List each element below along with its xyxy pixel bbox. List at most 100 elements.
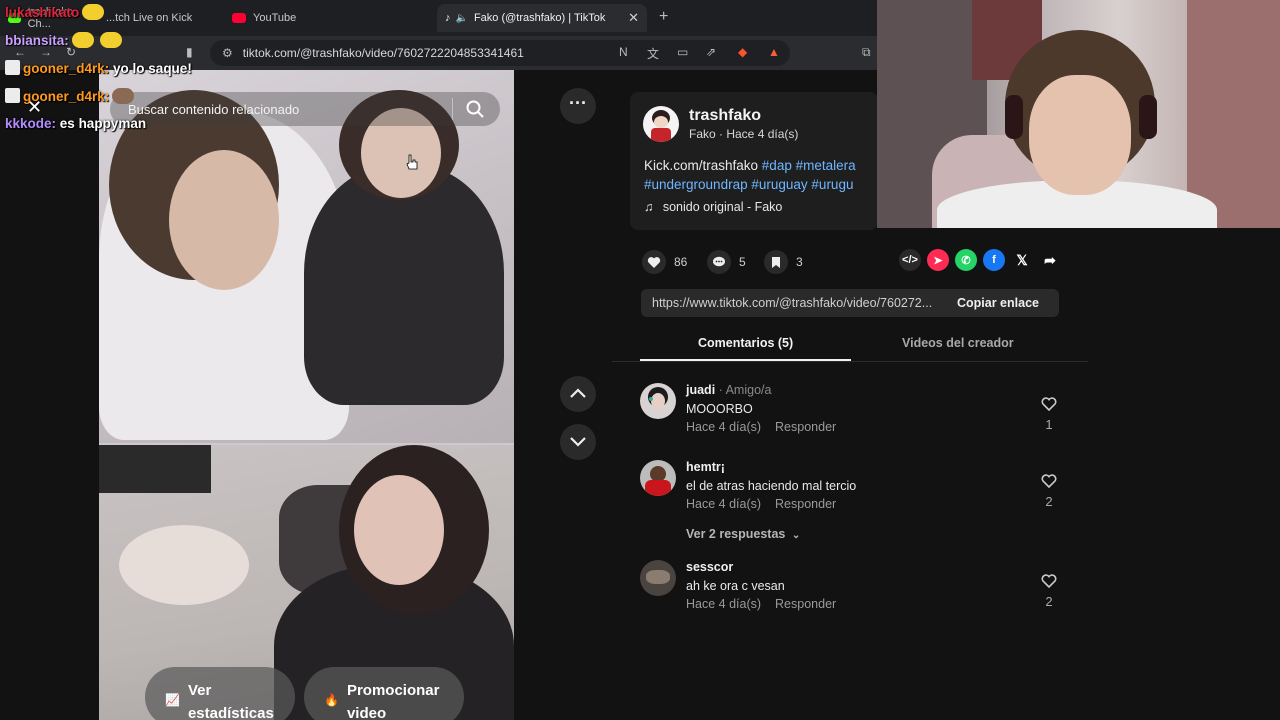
tab-creator-videos[interactable]: Videos del creador [902,336,1014,350]
related-content-search[interactable]: Buscar contenido relacionado [110,92,500,126]
author-username[interactable]: trashfako [689,107,761,125]
close-icon[interactable]: ✕ [27,97,42,118]
commenter-username[interactable]: hemtr¡ [686,460,725,474]
comment-item: hemtr¡ el de atras haciendo mal tercio H… [640,460,1060,516]
copy-link-button[interactable]: Copiar enlace [957,296,1039,310]
comment-text: ah ke ora c vesan [686,579,785,593]
brave-shields-icon[interactable]: ◆ [738,45,747,59]
heart-icon[interactable] [642,250,666,274]
chat-username: bbiansita: [5,33,69,48]
x-icon[interactable]: 𝕏 [1011,249,1033,271]
brave-rewards-icon[interactable]: ▲ [768,45,780,59]
search-divider [452,98,453,120]
heart-outline-icon[interactable] [1041,474,1057,489]
chat-message: gooner_d4rk: yo lo saque! [5,60,192,76]
video-hands-blur [119,525,249,605]
tab-comments[interactable]: Comentarios (5) [698,336,793,350]
avatar-detail [649,397,653,401]
hashtag-link[interactable]: #uruguay [751,177,807,192]
headphones-icon [1005,95,1023,139]
music-title: sonido original - Fako [662,200,783,214]
comment-like[interactable]: 1 [1040,397,1058,432]
send-to-friend-icon[interactable]: ➤ [927,249,949,271]
chat-text: es happyman [59,116,147,131]
video-player[interactable] [99,70,514,720]
chat-message: bbiansita: [5,32,125,48]
commenter-username[interactable]: juadi [686,383,715,397]
commenter-avatar[interactable] [640,383,676,419]
avatar-shape [646,570,670,584]
tab-label: Fako (@trashfako) | TikTok [473,12,606,24]
comment-icon[interactable] [707,250,731,274]
emote-icon [71,32,94,48]
view-stats-button[interactable]: 📈 Ver estadísticas [145,667,295,720]
tab-youtube[interactable]: YouTube [224,4,434,32]
site-info-icon[interactable]: ⚙ [222,46,233,60]
author-avatar[interactable] [643,106,679,142]
hashtag-link[interactable]: #dap [762,158,792,173]
commenter-avatar[interactable] [640,560,676,596]
comment-like-count: 2 [1045,594,1053,609]
bookmark-save-icon[interactable] [764,250,788,274]
comment-like[interactable]: 2 [1040,474,1058,509]
music-link[interactable]: ♫ sonido original - Fako [644,200,782,214]
reply-button[interactable]: Responder [775,597,836,611]
promote-video-button[interactable]: 🔥 Promocionar video [304,667,464,720]
save-stat[interactable]: 3 [764,250,803,274]
share-page-icon[interactable]: ⇗ [706,45,716,59]
comment-text: el de atras haciendo mal tercio [686,479,857,493]
copy-link-field[interactable]: https://www.tiktok.com/@trashfako/video/… [641,289,1059,317]
tab-kick-live[interactable]: ...tch Live on Kick [98,4,223,32]
commenter-avatar[interactable] [640,460,676,496]
search-icon[interactable] [465,99,485,119]
comment-item: juadi · Amigo/a MOOORBO Hace 4 día(s) Res… [640,383,1060,439]
like-stat[interactable]: 86 [642,250,687,274]
search-placeholder: Buscar contenido relacionado [128,101,300,117]
embed-icon[interactable]: </> [899,249,921,271]
view-replies-button[interactable]: Ver 2 respuestas ⌄ [686,527,800,541]
more-options-button[interactable]: ··· [560,88,596,124]
translate-icon[interactable]: 文 [647,45,659,62]
extensions-icon[interactable]: ⧉ [862,45,871,60]
reply-button[interactable]: Responder [775,420,836,434]
emote-icon [82,4,105,20]
comment-time: Hace 4 día(s) [686,420,762,434]
avatar-face [654,116,668,128]
close-tab-icon[interactable]: ✕ [628,10,639,26]
active-tab-indicator [640,359,851,361]
new-tab-icon[interactable]: + [659,8,668,26]
tab-label: YouTube [253,12,297,24]
friend-label: · Amigo/a [715,383,772,397]
heart-outline-icon[interactable] [1041,574,1057,589]
chevron-down-icon [570,437,586,447]
reply-button[interactable]: Responder [775,497,836,511]
video-description: Kick.com/trashfako #dap #metalera #under… [644,156,878,194]
bookmark-icon[interactable]: ▮ [186,45,193,59]
comment-like[interactable]: 2 [1040,574,1058,609]
view-stats-label-1: Ver [187,682,212,699]
commenter-username[interactable]: sesscor [686,560,733,574]
hashtag-link[interactable]: #metalera [796,158,856,173]
cast-icon[interactable]: ▭ [677,45,688,59]
reader-mode-icon[interactable]: N [619,45,628,59]
chevron-down-icon: ⌄ [791,530,801,541]
hashtag-link[interactable]: #urugu [811,177,853,192]
tab-tiktok[interactable]: ♪ 🔈 Fako (@trashfako) | TikTok ✕ [437,4,647,32]
url-text: tiktok.com/@trashfako/video/760272220485… [242,46,524,60]
chat-badge-icon [5,60,20,75]
previous-video-button[interactable] [560,376,596,412]
share-arrow-icon[interactable]: ➦ [1039,249,1061,271]
hashtag-link[interactable]: #undergroundrap [644,177,748,192]
next-video-button[interactable] [560,424,596,460]
screen: trashfako Ch... ...tch Live on Kick YouT… [0,0,1280,720]
browser-tab-bar: trashfako Ch... ...tch Live on Kick YouT… [0,0,878,36]
chat-text: yo lo saque! [113,61,192,76]
chat-message: lukashikato [5,4,107,20]
hand-cursor-icon [406,154,418,170]
emote-icon [99,32,122,48]
url-field[interactable]: ⚙ tiktok.com/@trashfako/video/7602722204… [210,40,790,66]
whatsapp-icon[interactable]: ✆ [955,249,977,271]
facebook-icon[interactable]: f [983,249,1005,271]
comment-stat[interactable]: 5 [707,250,746,274]
heart-outline-icon[interactable] [1041,397,1057,412]
